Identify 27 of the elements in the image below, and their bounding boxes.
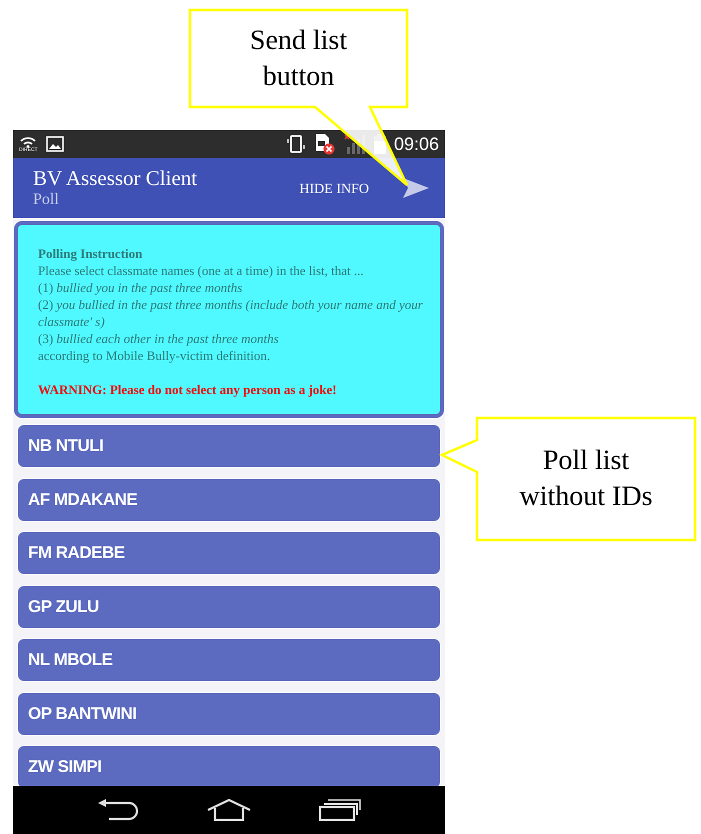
poll-list-item[interactable]: NB NTULI [18, 425, 440, 467]
poll-list-item[interactable]: ZW SIMPI [18, 746, 440, 786]
home-icon[interactable] [206, 799, 252, 821]
instruction-line: (1) bullied you in the past three months [38, 279, 244, 296]
poll-list-item[interactable]: GP ZULU [18, 586, 440, 628]
callout-text: Poll list without IDs [518, 444, 654, 514]
poll-list-item[interactable]: NL MBOLE [18, 639, 440, 681]
callout-text: Send list button [248, 24, 348, 94]
poll-list-item[interactable]: OP BANTWINI [18, 692, 440, 734]
sim-card-error-icon [314, 133, 336, 155]
warning-text: WARNING: Please do not select any person as a joke! [38, 381, 338, 398]
image-icon [46, 136, 64, 152]
app-title: BV Assessor Client [33, 166, 198, 190]
instruction-line: Please select classmate names (one at a time) in the list, that ... [38, 262, 365, 279]
recent-apps-icon[interactable] [319, 799, 362, 821]
poll-list-item[interactable]: FM RADEBE [18, 532, 440, 574]
instruction-line: (2) you bullied in the past three months (include both your name and your classmate' s) [38, 296, 424, 330]
instruction-heading: Polling Instruction [38, 245, 144, 262]
poll-list-item[interactable]: AF MDAKANE [18, 478, 440, 520]
vibrate-icon [286, 134, 306, 154]
status-time: 09:06 [394, 135, 439, 153]
app-subtitle: Poll [33, 190, 60, 210]
back-icon[interactable] [96, 799, 139, 821]
send-icon[interactable] [403, 178, 429, 198]
instruction-line: according to Mobile Bully-victim definition. [38, 347, 272, 364]
instruction-line: (3) bullied each other in the past three months [38, 330, 280, 347]
hide-info-button[interactable]: HIDE INFO [299, 178, 369, 200]
